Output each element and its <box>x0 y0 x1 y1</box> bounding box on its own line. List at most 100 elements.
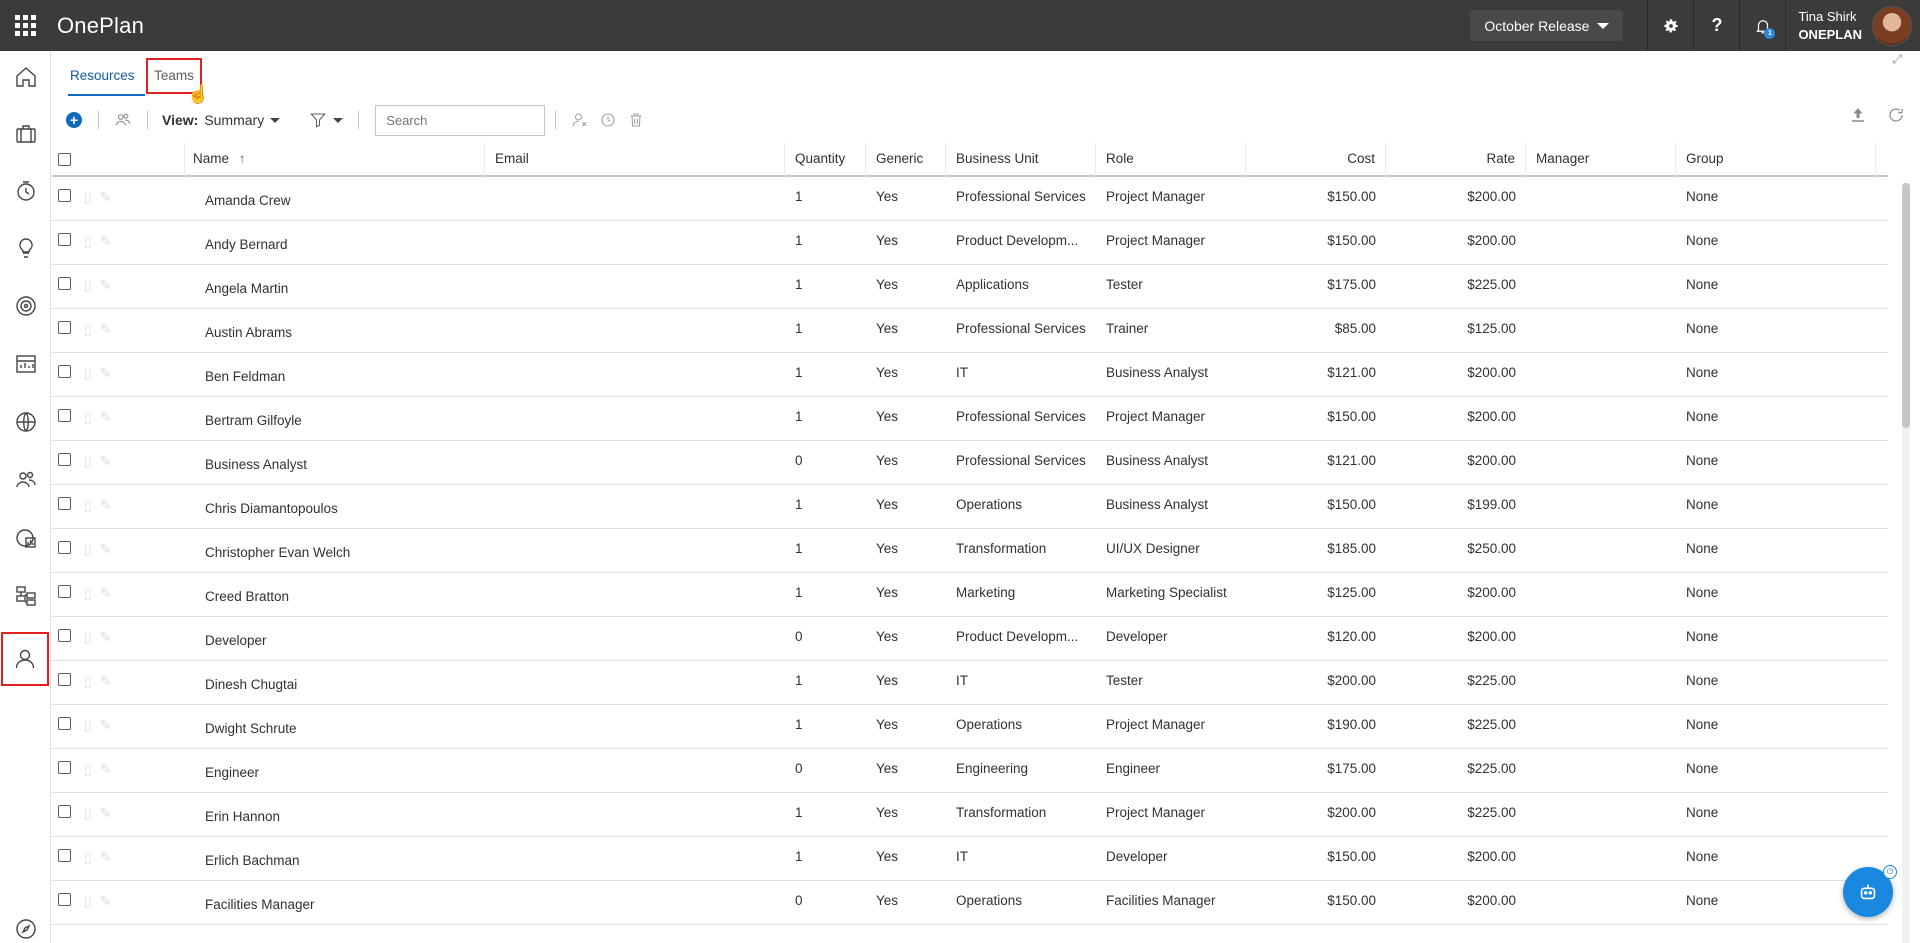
document-icon[interactable]: ▯ <box>84 673 92 690</box>
edit-icon[interactable]: ✎ <box>100 717 112 734</box>
table-row[interactable]: ▯ ✎ Erin Hannon 1 Yes Transformation Project M… <box>52 793 1888 837</box>
row-checkbox[interactable] <box>58 453 71 466</box>
app-title[interactable]: OnePlan <box>57 13 144 39</box>
row-checkbox[interactable] <box>58 673 71 686</box>
table-row[interactable]: ▯ ✎ Erlich Bachman 1 Yes IT Developer $150.00 $2… <box>52 837 1888 881</box>
document-icon[interactable]: ▯ <box>84 189 92 206</box>
table-row[interactable]: ▯ ✎ Amanda Crew 1 Yes Professional Services Pr… <box>52 177 1888 221</box>
edit-icon[interactable]: ✎ <box>100 849 112 866</box>
document-icon[interactable]: ▯ <box>84 629 92 646</box>
row-checkbox[interactable] <box>58 805 71 818</box>
edit-icon[interactable]: ✎ <box>100 233 112 250</box>
document-icon[interactable]: ▯ <box>84 277 92 294</box>
document-icon[interactable]: ▯ <box>84 233 92 250</box>
delete-button[interactable] <box>622 106 650 134</box>
sidebar-item-ideas[interactable] <box>0 223 51 273</box>
table-row[interactable]: ▯ ✎ Chris Diamantopoulos 1 Yes Operations Busi… <box>52 485 1888 529</box>
history-button[interactable] <box>594 106 622 134</box>
sidebar-item-reports[interactable] <box>0 339 51 389</box>
sidebar-item-home[interactable] <box>0 52 51 102</box>
document-icon[interactable]: ▯ <box>84 849 92 866</box>
column-header-email[interactable]: Email <box>485 143 785 177</box>
settings-button[interactable] <box>1647 0 1693 51</box>
help-button[interactable]: ? <box>1693 0 1739 51</box>
column-header-quantity[interactable]: Quantity <box>785 143 866 177</box>
assign-people-button[interactable] <box>109 106 137 134</box>
sidebar-item-global[interactable] <box>0 397 51 447</box>
view-selector[interactable]: View: Summary <box>162 112 281 128</box>
user-menu[interactable]: Tina Shirk ONEPLAN <box>1785 0 1920 51</box>
row-checkbox[interactable] <box>58 761 71 774</box>
row-checkbox[interactable] <box>58 893 71 906</box>
assistant-button[interactable]: ⏻ <box>1843 865 1897 917</box>
row-checkbox[interactable] <box>58 717 71 730</box>
select-all-checkbox[interactable] <box>58 153 71 166</box>
row-checkbox[interactable] <box>58 233 71 246</box>
sidebar-item-projects[interactable] <box>0 109 51 159</box>
edit-icon[interactable]: ✎ <box>100 673 112 690</box>
edit-icon[interactable]: ✎ <box>100 805 112 822</box>
row-checkbox[interactable] <box>58 321 71 334</box>
document-icon[interactable]: ▯ <box>84 409 92 426</box>
sidebar-item-resources[interactable] <box>1 632 49 686</box>
edit-icon[interactable]: ✎ <box>100 189 112 206</box>
row-checkbox[interactable] <box>58 365 71 378</box>
table-row[interactable]: ▯ ✎ Angela Martin 1 Yes Applications Tester $17… <box>52 265 1888 309</box>
edit-icon[interactable]: ✎ <box>100 629 112 646</box>
scroll-thumb[interactable] <box>1902 183 1910 428</box>
column-header-cost[interactable]: Cost <box>1246 143 1386 177</box>
vertical-scrollbar[interactable] <box>1902 183 1910 943</box>
column-header-group[interactable]: Group <box>1676 143 1876 177</box>
edit-icon[interactable]: ✎ <box>100 453 112 470</box>
edit-icon[interactable]: ✎ <box>100 365 112 382</box>
edit-icon[interactable]: ✎ <box>100 761 112 778</box>
document-icon[interactable]: ▯ <box>84 761 92 778</box>
document-icon[interactable]: ▯ <box>84 365 92 382</box>
document-icon[interactable]: ▯ <box>84 541 92 558</box>
table-row[interactable]: ▯ ✎ Bertram Gilfoyle 1 Yes Professional Servi… <box>52 397 1888 441</box>
avatar[interactable] <box>1872 5 1912 46</box>
table-row[interactable]: ▯ ✎ Dinesh Chugtai 1 Yes IT Tester $200.00 $225.… <box>52 661 1888 705</box>
sidebar-item-people[interactable] <box>0 455 51 505</box>
document-icon[interactable]: ▯ <box>84 717 92 734</box>
app-launcher-icon[interactable] <box>0 0 50 51</box>
edit-icon[interactable]: ✎ <box>100 585 112 602</box>
document-icon[interactable]: ▯ <box>84 321 92 338</box>
refresh-button[interactable] <box>1882 101 1910 129</box>
edit-icon[interactable]: ✎ <box>100 541 112 558</box>
export-button[interactable] <box>1844 101 1872 129</box>
row-checkbox[interactable] <box>58 497 71 510</box>
release-dropdown[interactable]: October Release <box>1470 10 1624 41</box>
column-header-name[interactable]: Name ↑ <box>185 143 485 177</box>
table-row[interactable]: ▯ ✎ Engineer 0 Yes Engineering Engineer $175.00… <box>52 749 1888 793</box>
row-checkbox[interactable] <box>58 629 71 642</box>
filter-button[interactable] <box>304 106 348 134</box>
document-icon[interactable]: ▯ <box>84 805 92 822</box>
tab-resources[interactable]: Resources <box>68 62 145 96</box>
sidebar-item-time[interactable] <box>0 166 51 216</box>
search-input[interactable] <box>375 104 546 136</box>
table-row[interactable]: ▯ ✎ Ben Feldman 1 Yes IT Business Analyst $121.… <box>52 353 1888 397</box>
column-header-manager[interactable]: Manager <box>1526 143 1676 177</box>
column-header-generic[interactable]: Generic <box>866 143 946 177</box>
edit-icon[interactable]: ✎ <box>100 321 112 338</box>
table-row[interactable]: ▯ ✎ Andy Bernard 1 Yes Product Developm... Pro… <box>52 221 1888 265</box>
edit-icon[interactable]: ✎ <box>100 497 112 514</box>
row-checkbox[interactable] <box>58 541 71 554</box>
edit-icon[interactable]: ✎ <box>100 277 112 294</box>
sidebar-item-hierarchy[interactable] <box>0 571 51 621</box>
column-header-business-unit[interactable]: Business Unit <box>946 143 1096 177</box>
document-icon[interactable]: ▯ <box>84 497 92 514</box>
table-row[interactable]: ▯ ✎ Developer 0 Yes Product Developm... Develo… <box>52 617 1888 661</box>
table-row[interactable]: ▯ ✎ Austin Abrams 1 Yes Professional Services… <box>52 309 1888 353</box>
remove-user-button[interactable] <box>566 106 594 134</box>
add-button[interactable]: + <box>60 106 88 134</box>
notifications-button[interactable]: 1 <box>1739 0 1785 51</box>
row-checkbox[interactable] <box>58 189 71 202</box>
row-checkbox[interactable] <box>58 409 71 422</box>
table-row[interactable]: ▯ ✎ Christopher Evan Welch 1 Yes Transformati… <box>52 529 1888 573</box>
table-row[interactable]: ▯ ✎ Business Analyst 0 Yes Professional Servi… <box>52 441 1888 485</box>
document-icon[interactable]: ▯ <box>84 585 92 602</box>
column-header-rate[interactable]: Rate <box>1386 143 1526 177</box>
row-checkbox[interactable] <box>58 277 71 290</box>
